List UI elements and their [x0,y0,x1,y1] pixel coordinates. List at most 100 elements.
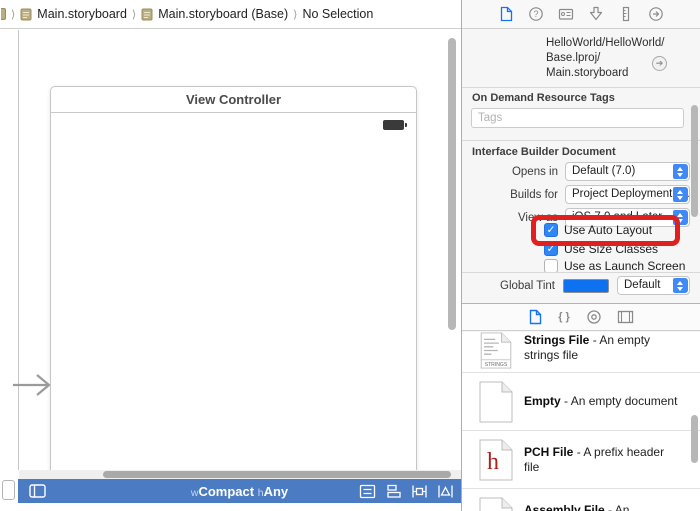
use-auto-layout-label: Use Auto Layout [564,223,652,237]
canvas-vertical-scrollbar[interactable] [448,38,456,330]
resolve-auto-layout-icon[interactable] [437,484,454,499]
identity-inspector-icon[interactable] [558,6,574,22]
library-tab-bar: { } [462,304,700,331]
view-controller-title: View Controller [186,92,281,107]
on-demand-resource-tags-header: On Demand Resource Tags [472,92,615,104]
use-size-classes-row: ✓ Use Size Classes [544,242,658,256]
size-class-bar: wCompact hAny [18,479,461,503]
tags-input[interactable] [471,108,684,128]
inspector-scrollbar[interactable] [691,105,698,217]
pin-constraints-icon[interactable] [411,484,428,499]
breadcrumb-separator: ⟩ [11,8,15,21]
check-icon: ✓ [547,224,556,236]
quick-help-inspector-icon[interactable]: ? [528,6,544,22]
section-divider [462,140,700,141]
breadcrumb-separator: ⟩ [293,8,297,21]
template-name: Assembly File [524,503,605,511]
storyboard-file-icon [141,8,153,21]
list-item-strings-file[interactable]: STRINGS Strings File - An empty strings … [462,332,700,373]
strings-file-icon: STRINGS [479,332,513,369]
template-desc: An empty document [571,394,678,408]
use-auto-layout-row: ✓ Use Auto Layout [544,223,652,237]
view-controller-titlebar[interactable]: View Controller [51,87,416,113]
layout-buttons [359,484,454,499]
breadcrumb-separator: ⟩ [132,8,136,21]
section-divider [462,272,700,273]
global-tint-value: Default [624,279,660,291]
global-tint-label: Global Tint [462,280,555,292]
use-as-launch-screen-label: Use as Launch Screen [564,259,685,273]
use-auto-layout-checkbox[interactable]: ✓ [544,223,558,237]
svg-text:STRINGS: STRINGS [485,362,508,368]
dropdown-stepper-icon [673,187,688,202]
view-as-value: iOS 7.0 and Later [572,211,662,223]
template-name: PCH File [524,445,573,459]
attributes-inspector-icon[interactable] [588,6,604,22]
connections-inspector-icon[interactable] [648,6,664,22]
utilities-panel: ? HelloWorld/HelloWorld/ Base.l [462,0,700,511]
library-scrollbar[interactable] [691,415,698,463]
check-icon: ✓ [547,243,556,255]
breadcrumb-item-no-selection[interactable]: No Selection [302,7,373,21]
list-item-empty[interactable]: Empty - An empty document [462,373,700,431]
size-inspector-icon[interactable] [618,6,634,22]
file-inspector-body: HelloWorld/HelloWorld/ Base.lproj/ Main.… [462,30,700,303]
list-item-text: Assembly File - An assembly… [524,503,682,511]
pch-file-icon: h [479,439,513,481]
width-value-label: Compact [198,484,254,499]
empty-file-icon [479,381,513,423]
file-template-list: STRINGS Strings File - An empty strings … [462,332,700,511]
separator: - [608,503,612,511]
storyboard-entry-point-arrow[interactable] [11,371,53,399]
view-controller-scene[interactable]: View Controller [50,86,417,471]
global-tint-dropdown[interactable]: Default [617,276,690,295]
reveal-in-finder-arrow-icon[interactable]: ➔ [652,56,667,71]
battery-icon [383,120,404,130]
align-icon[interactable] [385,484,402,499]
file-path-line: HelloWorld/HelloWorld/ [546,36,666,51]
breadcrumb-item-storyboard[interactable]: Main.storyboard [37,7,127,21]
storyboard-file-icon [20,8,32,21]
object-library-icon[interactable] [586,309,602,325]
canvas-horizontal-scroll-track [19,470,461,479]
separator: - [577,445,581,459]
file-template-library-icon[interactable] [528,309,543,325]
svg-text:?: ? [533,9,538,19]
list-item-text: Strings File - An empty strings file [524,333,682,363]
embed-in-stack-icon[interactable] [359,484,376,499]
inspector-tab-bar: ? [462,0,700,29]
canvas-horizontal-scrollbar[interactable] [103,471,451,478]
media-library-icon[interactable] [617,310,634,324]
dropdown-stepper-icon [673,278,688,293]
assembly-file-icon [479,497,513,511]
interface-builder-document-header: Interface Builder Document [472,146,616,158]
list-item-assembly-file[interactable]: Assembly File - An assembly… [462,489,700,511]
dropdown-stepper-icon [673,164,688,179]
builds-for-row: Builds for Project Deployment T… [462,185,700,204]
dropdown-stepper-icon [673,210,688,225]
opens-in-label: Opens in [462,166,558,178]
view-as-label: View as [462,212,558,224]
separator: - [593,333,597,347]
global-tint-row: Global Tint Default [462,276,700,295]
jump-bar: ⟩ Main.storyboard ⟩ Main.storyboard (Bas… [0,0,461,29]
global-tint-color-well[interactable] [563,279,609,293]
opens-in-row: Opens in Default (7.0) [462,162,700,181]
svg-text:h: h [487,449,499,475]
opens-in-value: Default (7.0) [572,165,635,177]
use-as-launch-screen-row: ✓ Use as Launch Screen [544,259,685,273]
clipped-document-icon [1,8,6,20]
list-item-pch-file[interactable]: h PCH File - A prefix header file [462,431,700,489]
list-item-text: PCH File - A prefix header file [524,445,682,475]
file-inspector-icon[interactable] [498,6,514,22]
file-path-line: Main.storyboard [546,66,666,81]
opens-in-dropdown[interactable]: Default (7.0) [565,162,690,181]
file-path: HelloWorld/HelloWorld/ Base.lproj/ Main.… [546,36,666,81]
builds-for-dropdown[interactable]: Project Deployment T… [565,185,690,204]
document-outline-corner-button[interactable] [2,480,15,500]
breadcrumb-item-storyboard-base[interactable]: Main.storyboard (Base) [158,7,288,21]
use-size-classes-checkbox[interactable]: ✓ [544,242,558,256]
use-as-launch-screen-checkbox[interactable]: ✓ [544,259,558,273]
code-snippet-library-icon[interactable]: { } [558,311,570,323]
separator: - [564,394,568,408]
